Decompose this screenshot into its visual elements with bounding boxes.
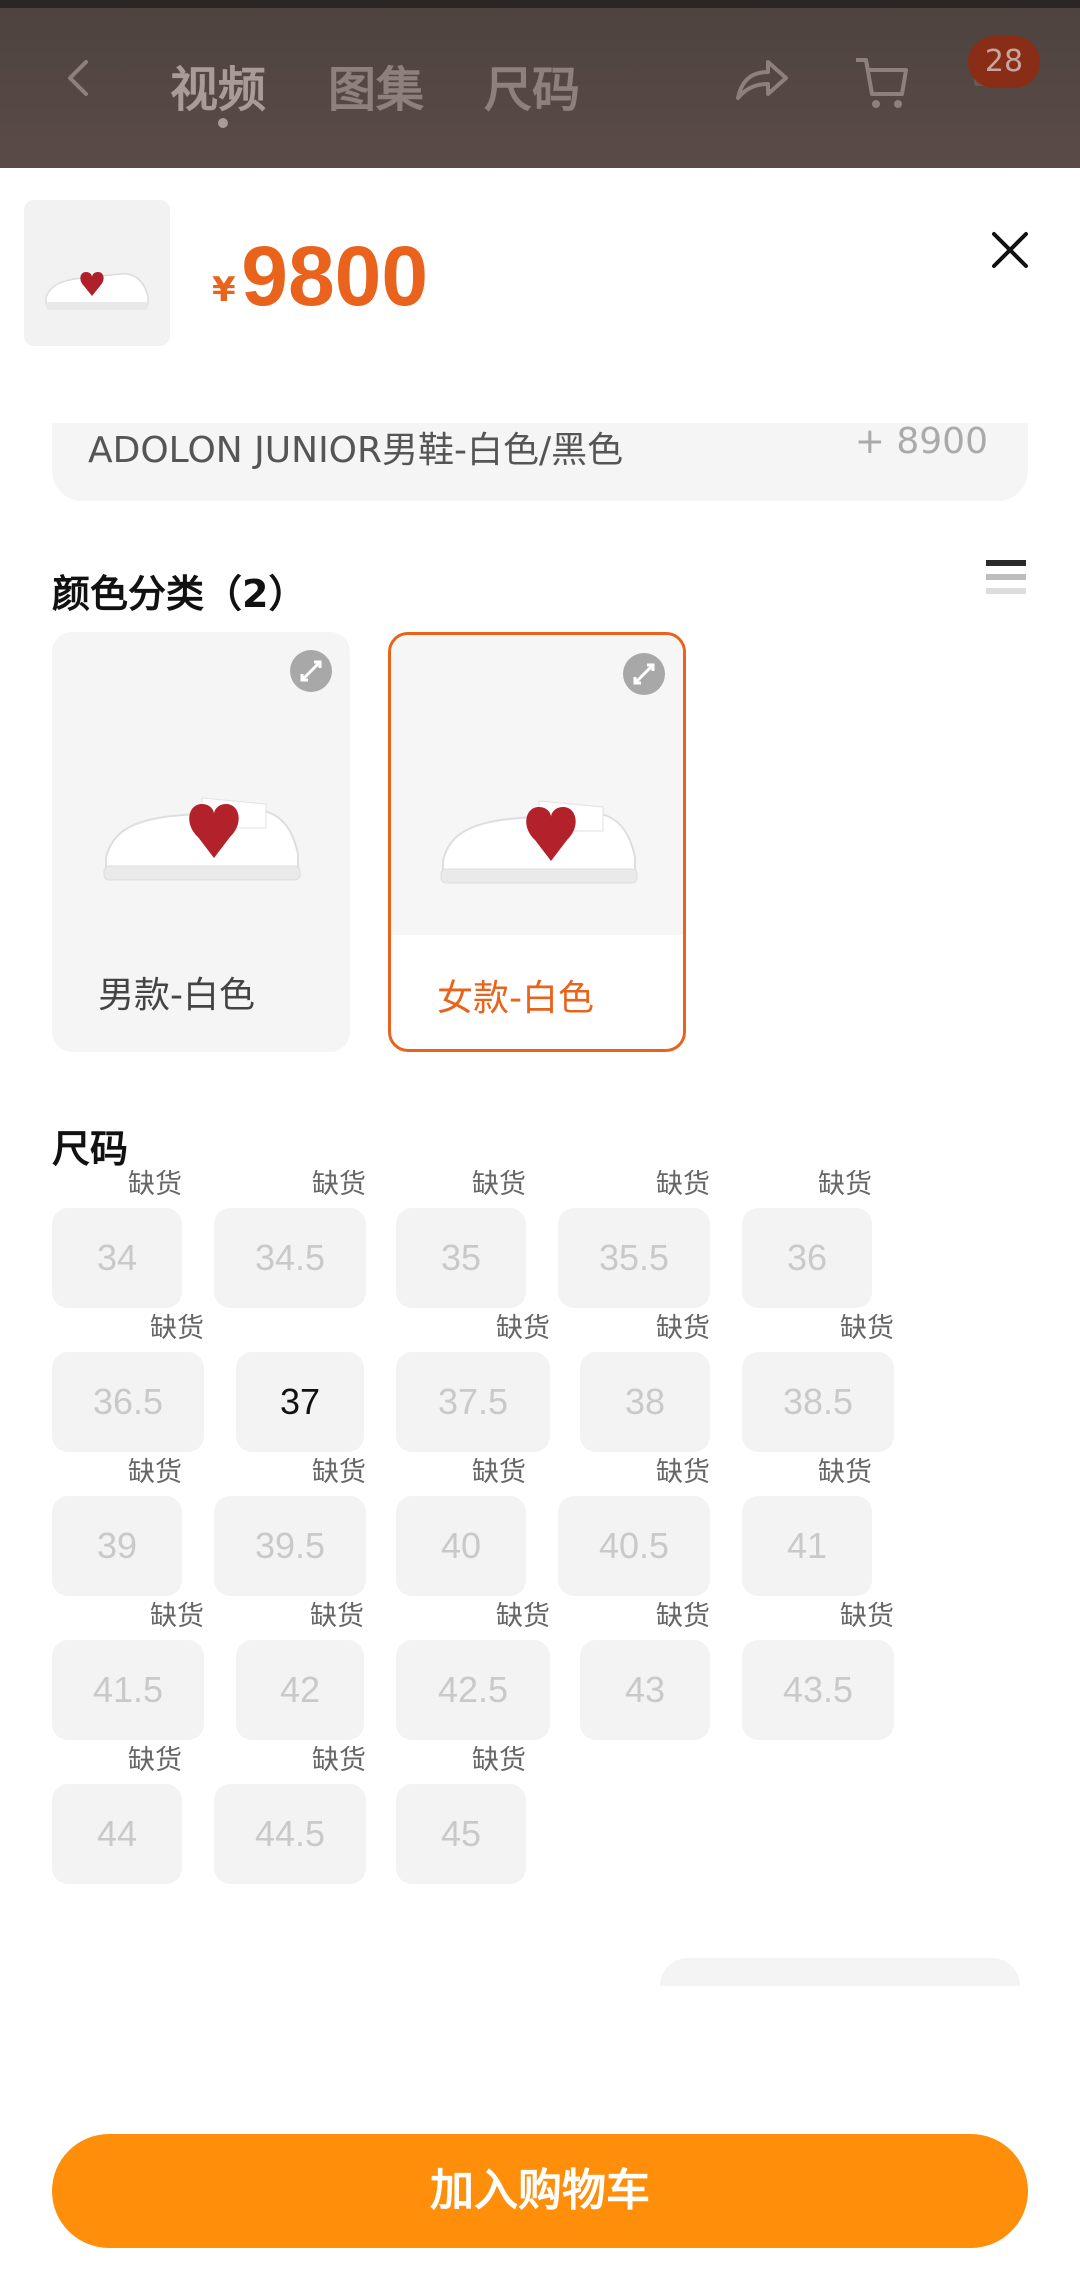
tab-gallery[interactable]: 图集	[328, 50, 424, 120]
size-option[interactable]: 35.5	[558, 1208, 710, 1308]
active-tab-indicator	[218, 118, 228, 128]
out-of-stock-label: 缺货	[656, 1169, 710, 1200]
size-option[interactable]: 35	[396, 1208, 526, 1308]
add-to-cart-button[interactable]: 加入购物车	[52, 2134, 1028, 2248]
previous-option-title: ADOLON JUNIOR男鞋-白色/黑色	[88, 430, 624, 471]
out-of-stock-label: 缺货	[656, 1457, 710, 1488]
size-option[interactable]: 36.5	[52, 1352, 204, 1452]
price-value: 9800	[241, 229, 429, 323]
out-of-stock-label: 缺货	[496, 1313, 550, 1344]
size-option[interactable]: 44.5	[214, 1784, 366, 1884]
size-option[interactable]: 37	[236, 1352, 364, 1452]
size-option[interactable]: 39	[52, 1496, 182, 1596]
out-of-stock-label: 缺货	[656, 1601, 710, 1632]
expand-icon[interactable]	[623, 653, 665, 695]
expand-icon[interactable]	[290, 650, 332, 692]
out-of-stock-label: 缺货	[128, 1457, 182, 1488]
cart-icon[interactable]	[854, 54, 910, 110]
size-option[interactable]: 43.5	[742, 1640, 894, 1740]
out-of-stock-label: 缺货	[150, 1313, 204, 1344]
price-currency: ¥	[212, 270, 236, 310]
back-arrow-icon[interactable]	[60, 58, 100, 98]
size-option[interactable]: 36	[742, 1208, 872, 1308]
size-option[interactable]: 41.5	[52, 1640, 204, 1740]
size-option[interactable]: 40.5	[558, 1496, 710, 1596]
out-of-stock-label: 缺货	[818, 1169, 872, 1200]
color-option-label: 女款-白色	[437, 978, 594, 1019]
floating-element-edge	[660, 1958, 1020, 1986]
color-section-title: 颜色分类（2）	[52, 572, 307, 616]
size-section-title: 尺码	[52, 1127, 129, 1171]
size-option[interactable]: 42.5	[396, 1640, 550, 1740]
size-option[interactable]: 45	[396, 1784, 526, 1884]
list-view-icon[interactable]	[984, 556, 1028, 600]
size-option[interactable]: 37.5	[396, 1352, 550, 1452]
out-of-stock-label: 缺货	[312, 1169, 366, 1200]
out-of-stock-label: 缺货	[656, 1313, 710, 1344]
out-of-stock-label: 缺货	[312, 1745, 366, 1776]
size-option[interactable]: 38	[580, 1352, 710, 1452]
tab-size[interactable]: 尺码	[484, 50, 580, 120]
color-option-women-white[interactable]: 女款-白色	[388, 632, 686, 1052]
color-option-men-white[interactable]: 男款-白色	[52, 632, 350, 1052]
out-of-stock-label: 缺货	[840, 1601, 894, 1632]
out-of-stock-label: 缺货	[472, 1169, 526, 1200]
out-of-stock-label: 缺货	[840, 1313, 894, 1344]
price-display: ¥ 9800	[212, 228, 428, 325]
sku-selector-sheet: ¥ 9800 ADOLON JUNIOR男鞋-白色/黑色 + 8900 颜色分类…	[0, 168, 1080, 2273]
out-of-stock-label: 缺货	[472, 1745, 526, 1776]
previous-option-row[interactable]: ADOLON JUNIOR男鞋-白色/黑色 + 8900	[52, 423, 1028, 501]
previous-option-price: + 8900	[854, 423, 988, 462]
out-of-stock-label: 缺货	[496, 1601, 550, 1632]
out-of-stock-label: 缺货	[128, 1169, 182, 1200]
share-icon[interactable]	[734, 54, 790, 104]
close-icon[interactable]	[988, 228, 1032, 272]
tab-video[interactable]: 视频	[170, 50, 266, 120]
size-option[interactable]: 34.5	[214, 1208, 366, 1308]
color-option-label: 男款-白色	[98, 975, 255, 1016]
out-of-stock-label: 缺货	[310, 1601, 364, 1632]
size-option[interactable]: 41	[742, 1496, 872, 1596]
size-option[interactable]: 43	[580, 1640, 710, 1740]
size-option[interactable]: 38.5	[742, 1352, 894, 1452]
out-of-stock-label: 缺货	[128, 1745, 182, 1776]
size-option[interactable]: 40	[396, 1496, 526, 1596]
cart-count-badge: 28	[968, 36, 1040, 88]
out-of-stock-label: 缺货	[312, 1457, 366, 1488]
out-of-stock-label: 缺货	[472, 1457, 526, 1488]
product-thumbnail	[24, 200, 170, 346]
size-option[interactable]: 39.5	[214, 1496, 366, 1596]
size-option[interactable]: 34	[52, 1208, 182, 1308]
top-nav-bar: 视频 图集 尺码 28	[0, 0, 1080, 168]
out-of-stock-label: 缺货	[818, 1457, 872, 1488]
size-option[interactable]: 42	[236, 1640, 364, 1740]
out-of-stock-label: 缺货	[150, 1601, 204, 1632]
size-option[interactable]: 44	[52, 1784, 182, 1884]
